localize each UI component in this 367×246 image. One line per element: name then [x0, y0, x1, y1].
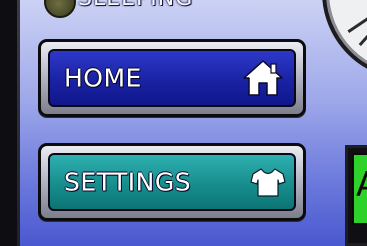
settings-button-label: SETTINGS [64, 167, 192, 197]
shirt-icon [250, 168, 286, 197]
home-button-face[interactable]: HOME [48, 49, 296, 107]
status-indicator-icon [44, 0, 76, 18]
settings-button-face[interactable]: SETTINGS [48, 153, 296, 211]
home-button-label: HOME [64, 63, 142, 93]
gauge-tick [347, 0, 367, 34]
right-panel-text: A [356, 165, 367, 205]
home-button[interactable]: HOME [38, 39, 306, 117]
right-panel: A [345, 145, 367, 246]
gauge-dial [322, 0, 367, 80]
left-edge-bar [0, 0, 20, 246]
screen: SLEEPING HOME SETTINGS A [0, 0, 367, 246]
right-panel-indicator: A [352, 153, 367, 225]
settings-button[interactable]: SETTINGS [38, 143, 306, 221]
status-label: SLEEPING [78, 0, 193, 13]
home-icon [243, 60, 283, 96]
